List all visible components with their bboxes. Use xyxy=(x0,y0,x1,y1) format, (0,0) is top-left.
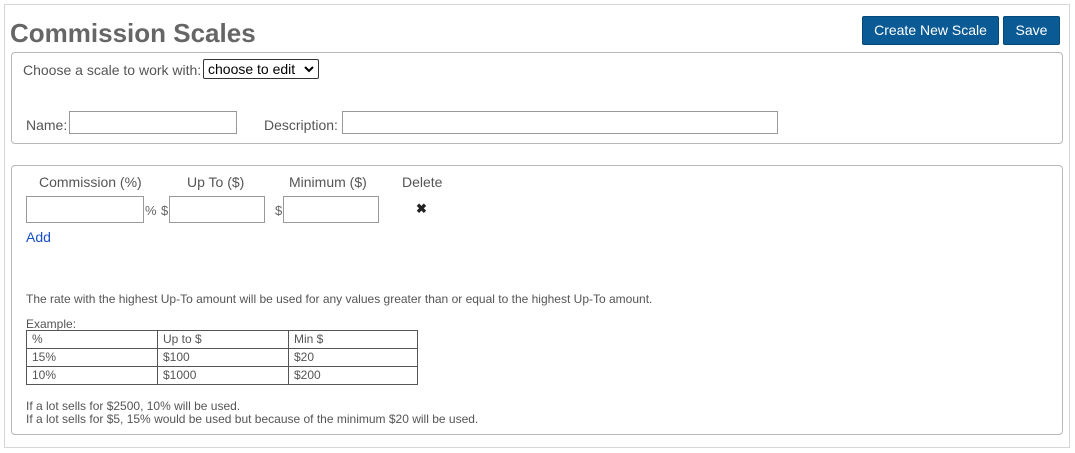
minimum-header: Minimum ($) xyxy=(289,174,367,190)
up-to-input[interactable] xyxy=(169,196,265,223)
example-header-min: Min $ xyxy=(288,330,418,349)
example-footnote-2: If a lot sells for $5, 15% would be used… xyxy=(26,412,479,426)
commission-input[interactable] xyxy=(26,196,144,223)
scale-select-value: choose to edit xyxy=(208,61,296,77)
example-label: Example: xyxy=(26,317,77,331)
description-input[interactable] xyxy=(342,111,778,134)
scale-settings-panel: Choose a scale to work with: choose to e… xyxy=(11,52,1063,144)
scale-select[interactable]: choose to edit xyxy=(203,59,319,79)
percent-symbol: % xyxy=(145,203,157,218)
description-label: Description: xyxy=(264,117,338,133)
save-button[interactable]: Save xyxy=(1003,16,1060,45)
example-table-header-row: % Up to $ Min $ xyxy=(26,330,418,349)
rate-rule-note: The rate with the highest Up-To amount w… xyxy=(26,292,653,306)
create-new-scale-button[interactable]: Create New Scale xyxy=(862,16,999,45)
table-row: 15% $100 $20 xyxy=(26,348,418,367)
delete-header: Delete xyxy=(402,174,443,190)
table-row: 10% $1000 $200 xyxy=(26,366,418,385)
table-cell: $1000 xyxy=(157,366,289,385)
name-input[interactable] xyxy=(69,111,237,134)
table-cell: 10% xyxy=(26,366,158,385)
table-cell: $200 xyxy=(288,366,418,385)
up-to-header: Up To ($) xyxy=(187,174,245,190)
example-header-percent: % xyxy=(26,330,158,349)
table-cell: $20 xyxy=(288,348,418,367)
up-to-dollar-symbol: $ xyxy=(161,203,169,218)
commission-header: Commission (%) xyxy=(39,174,142,190)
chevron-down-icon xyxy=(304,60,314,84)
delete-icon[interactable]: ✖ xyxy=(416,201,427,217)
rates-panel: Commission (%) Up To ($) Minimum ($) Del… xyxy=(11,165,1063,435)
add-rate-link[interactable]: Add xyxy=(26,229,51,245)
example-table: % Up to $ Min $ 15% $100 $20 10% $1000 $… xyxy=(26,330,418,385)
name-label: Name: xyxy=(26,117,68,133)
table-cell: $100 xyxy=(157,348,289,367)
minimum-dollar-symbol: $ xyxy=(275,203,283,218)
page-title: Commission Scales xyxy=(10,18,256,48)
minimum-input[interactable] xyxy=(283,196,379,223)
table-cell: 15% xyxy=(26,348,158,367)
choose-scale-label: Choose a scale to work with: xyxy=(23,62,202,78)
example-header-up-to: Up to $ xyxy=(157,330,289,349)
